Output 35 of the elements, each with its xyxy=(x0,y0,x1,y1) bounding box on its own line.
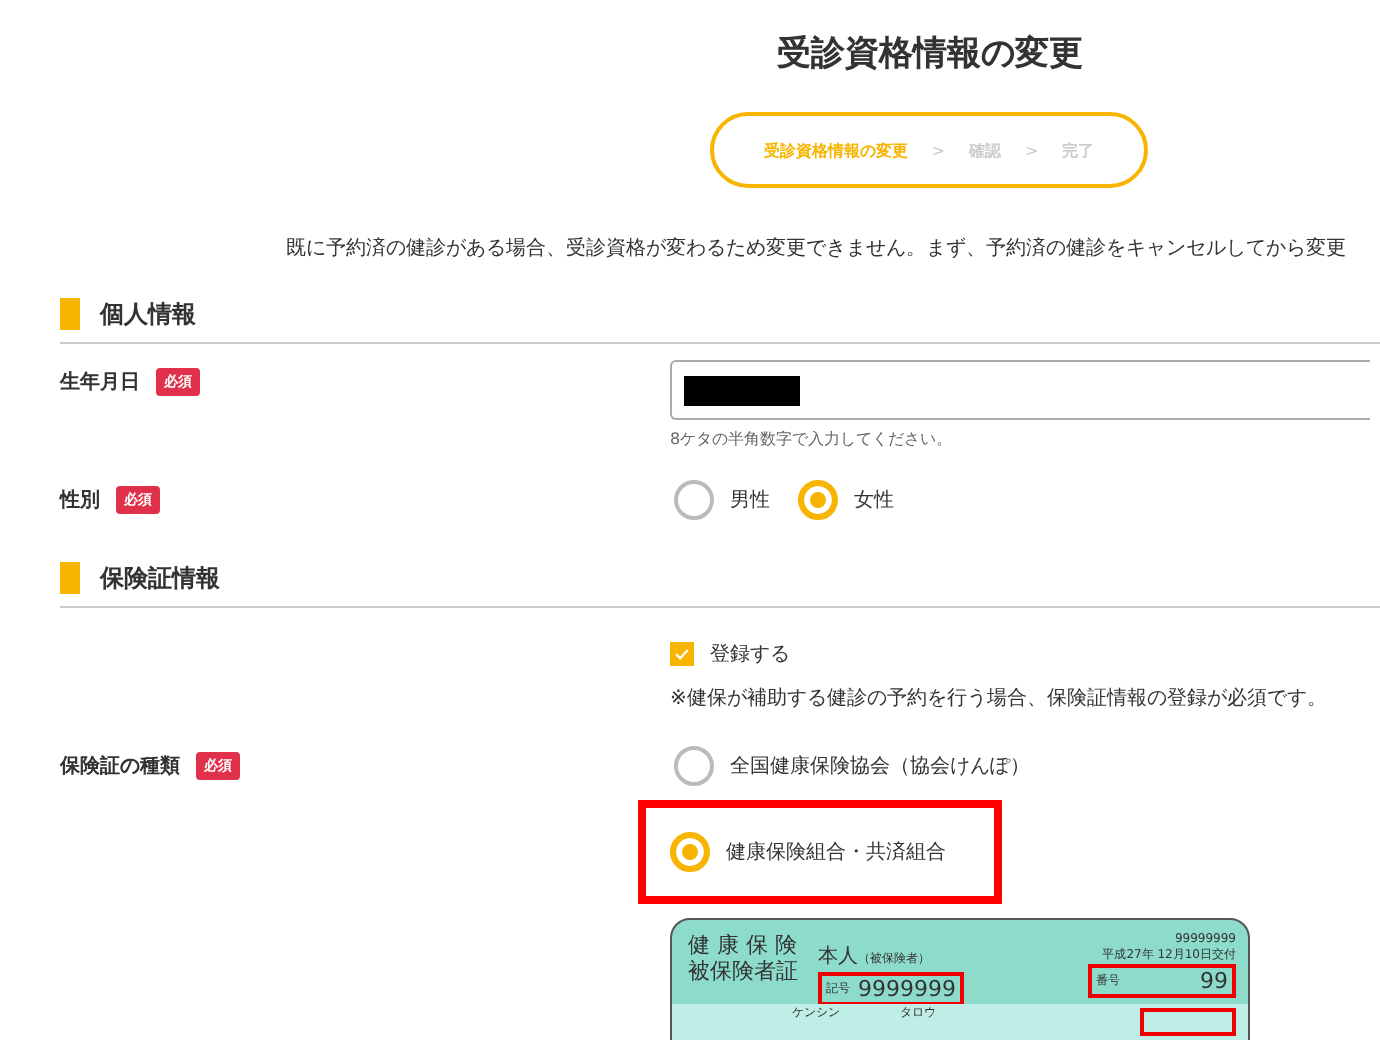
step-separator: > xyxy=(1025,141,1039,159)
card-title: 健 康 保 険 xyxy=(688,932,798,958)
field-label: 生年月日 xyxy=(60,369,140,396)
highlight-frame xyxy=(1140,1008,1236,1036)
radio-option[interactable]: 健康保険組合・共済組合 xyxy=(646,808,994,896)
option-label: 女性 xyxy=(854,487,894,514)
radio-button[interactable] xyxy=(674,746,714,786)
radio-option[interactable]: 全国健康保険協会（協会けんぽ） xyxy=(670,740,1380,792)
checkbox-label: 登録する xyxy=(710,642,790,668)
field-label: 保険証の種類 xyxy=(60,753,180,780)
section-heading: 保険証情報 xyxy=(100,561,220,595)
radio-option[interactable]: 女性 xyxy=(794,474,898,526)
section-marker xyxy=(60,562,80,594)
field-label: 性別 xyxy=(60,487,100,514)
field-hint: 8ケタの半角数字で入力してください。 xyxy=(670,428,955,450)
radio-button[interactable] xyxy=(798,480,838,520)
card-title: 被保険者証 xyxy=(688,958,798,984)
section-marker xyxy=(60,298,80,330)
radio-button[interactable] xyxy=(674,480,714,520)
card-text: 本人 xyxy=(818,946,858,968)
radio-option[interactable]: 男性 xyxy=(670,474,774,526)
note-text: ※健保が補助する健診の予約を行う場合、保険証情報の登録が必須です。 xyxy=(670,685,1329,712)
card-text: 9999999 xyxy=(858,976,956,1002)
page-title: 受診資格情報の変更 xyxy=(775,32,1085,76)
step-separator: > xyxy=(931,141,945,159)
notice-text: 既に予約済の健診がある場合、受診資格が変わるため変更できません。まず、予約済の健診をキャンセルしてから変更 xyxy=(286,235,1346,262)
option-label: 全国健康保険協会（協会けんぽ） xyxy=(730,753,1030,780)
radio-button[interactable] xyxy=(670,832,710,872)
birthdate-field[interactable] xyxy=(670,360,1370,420)
section-heading: 個人情報 xyxy=(100,297,196,331)
card-text: 99 xyxy=(1200,968,1228,994)
step-label: 受診資格情報の変更 xyxy=(763,139,908,161)
option-label: 健康保険組合・共済組合 xyxy=(726,839,946,866)
checkbox[interactable] xyxy=(670,642,694,666)
option-label: 男性 xyxy=(730,487,770,514)
